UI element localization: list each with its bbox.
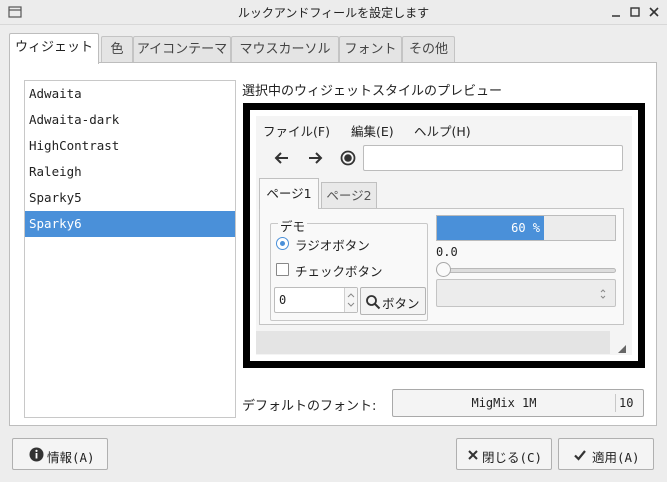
checkbox[interactable] [276,263,289,276]
resize-grip-icon[interactable] [616,343,626,353]
radio-label: ラジオボタン [295,238,370,253]
font-chooser-button[interactable]: MigMix 1M 10 [392,389,644,417]
about-button-label: 情報(A) [47,450,95,465]
tab-other[interactable]: その他 [402,36,455,63]
close-button-label: 閉じる(C) [482,450,543,465]
spin-arrows[interactable] [344,288,357,312]
stop-record-icon[interactable] [337,147,359,169]
maximize-icon[interactable] [628,5,642,19]
slider-handle[interactable] [436,262,451,277]
close-button[interactable]: 閉じる(C) [456,438,552,470]
tab-font[interactable]: フォント [339,36,402,63]
list-item[interactable]: Sparky5 [25,185,235,211]
info-icon [29,447,44,462]
list-item-selected[interactable]: Sparky6 [25,211,235,237]
tab-mouse-cursor[interactable]: マウスカーソル [231,36,339,63]
list-item[interactable]: Adwaita-dark [25,107,235,133]
checkbox-label: チェックボタン [295,264,383,279]
back-arrow-icon[interactable] [271,147,293,169]
combo-box[interactable] [436,279,616,307]
tab-icon-theme[interactable]: アイコンテーマ [133,36,231,63]
preview-window: ファイル(F) 編集(E) ヘルプ(H) ページ1 ページ2 デモ ラジオボタン… [256,116,632,355]
preview-entry[interactable] [363,145,623,171]
preview-tab-page2[interactable]: ページ2 [321,182,377,210]
window-title: ルックアンドフィールを設定します [237,6,430,20]
demo-button[interactable]: ボタン [360,287,426,315]
preview-page: デモ ラジオボタン チェックボタン 0 ボタン 60 % 0.0 [259,208,624,325]
radio-button[interactable] [276,237,289,250]
demo-frame-title: デモ [278,216,308,235]
tab-color[interactable]: 色 [101,36,133,63]
combo-arrows-icon [600,289,606,299]
font-name: MigMix 1M [471,396,537,410]
menu-edit[interactable]: 編集(E) [351,121,394,140]
preview-frame: ファイル(F) 編集(E) ヘルプ(H) ページ1 ページ2 デモ ラジオボタン… [243,103,645,368]
preview-label: 選択中のウィジェットスタイルのプレビュー [242,84,503,99]
slider-value: 0.0 [436,245,458,259]
demo-frame: デモ ラジオボタン チェックボタン 0 ボタン [270,216,428,321]
tab-widget[interactable]: ウィジェット [9,33,99,64]
apply-button[interactable]: 適用(A) [558,438,654,470]
font-separator [615,394,616,412]
preview-tabs: ページ1 ページ2 [256,178,632,212]
list-item[interactable]: Adwaita [25,81,235,107]
progress-text: 60 % [511,221,540,235]
widget-panel: Adwaita Adwaita-dark HighContrast Raleig… [9,62,657,426]
spin-value: 0 [279,293,287,307]
spin-up-down-icon[interactable] [345,288,357,312]
theme-list[interactable]: Adwaita Adwaita-dark HighContrast Raleig… [24,80,236,418]
title-bar: ルックアンドフィールを設定します [0,0,667,25]
minimize-icon[interactable] [609,5,623,19]
close-x-icon [468,450,478,460]
preview-statusbar [256,331,610,354]
slider-trough[interactable] [436,268,616,273]
menu-file[interactable]: ファイル(F) [263,121,330,140]
demo-button-label: ボタン [382,296,420,311]
forward-arrow-icon[interactable] [304,147,326,169]
list-item[interactable]: HighContrast [25,133,235,159]
default-font-label: デフォルトのフォント: [242,399,377,414]
about-button[interactable]: 情報(A) [12,438,108,470]
checkmark-icon [574,450,586,461]
list-item[interactable]: Raleigh [25,159,235,185]
font-size: 10 [619,396,634,410]
preview-toolbar [256,141,632,178]
close-icon[interactable] [647,5,661,19]
apply-button-label: 適用(A) [592,450,640,465]
progress-bar: 60 % [436,215,616,241]
menu-help[interactable]: ヘルプ(H) [414,121,471,140]
preview-menubar: ファイル(F) 編集(E) ヘルプ(H) [256,116,632,141]
search-icon [366,295,381,310]
spin-button[interactable]: 0 [274,287,358,313]
preview-tab-page1[interactable]: ページ1 [259,178,319,209]
